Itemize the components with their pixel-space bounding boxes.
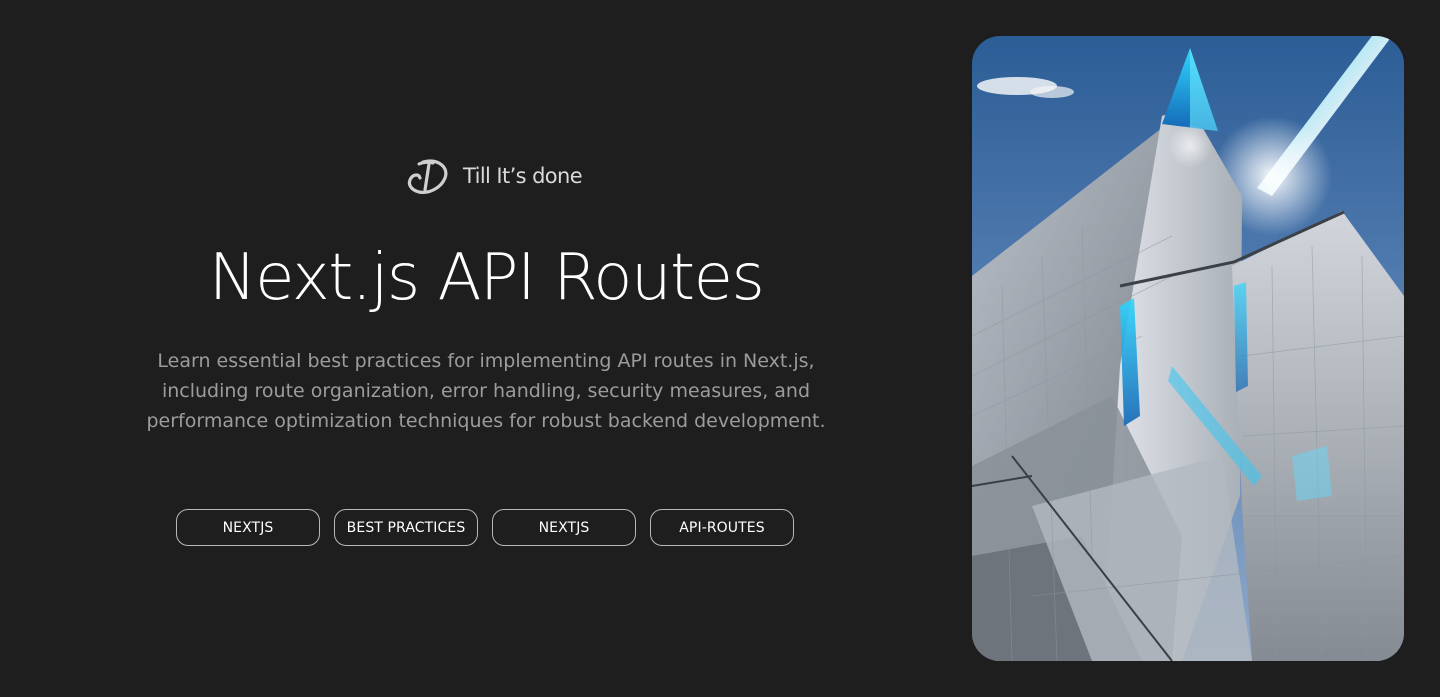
tag-api-routes[interactable]: API-ROUTES (650, 509, 794, 546)
post-intro: Till It’s done Next.js API Routes Learn … (0, 0, 972, 697)
description-line: performance optimization techniques for … (146, 410, 826, 432)
hero-image (972, 36, 1404, 661)
description-line: including route organization, error hand… (161, 380, 811, 402)
tag-list: NEXTJS BEST PRACTICES NEXTJS API-ROUTES (176, 509, 794, 546)
brand[interactable]: Till It’s done (405, 156, 583, 196)
tag-best-practices[interactable]: BEST PRACTICES (334, 509, 478, 546)
tag-nextjs-2[interactable]: NEXTJS (492, 509, 636, 546)
brand-name: Till It’s done (463, 164, 583, 188)
tag-nextjs[interactable]: NEXTJS (176, 509, 320, 546)
post-title: Next.js API Routes (208, 241, 765, 315)
brand-logo-icon (407, 159, 448, 194)
architectural-building-image (972, 36, 1404, 661)
post-description: Learn essential best practices for imple… (126, 346, 846, 436)
page: Till It’s done Next.js API Routes Learn … (0, 0, 1440, 697)
description-line: Learn essential best practices for imple… (157, 350, 815, 372)
